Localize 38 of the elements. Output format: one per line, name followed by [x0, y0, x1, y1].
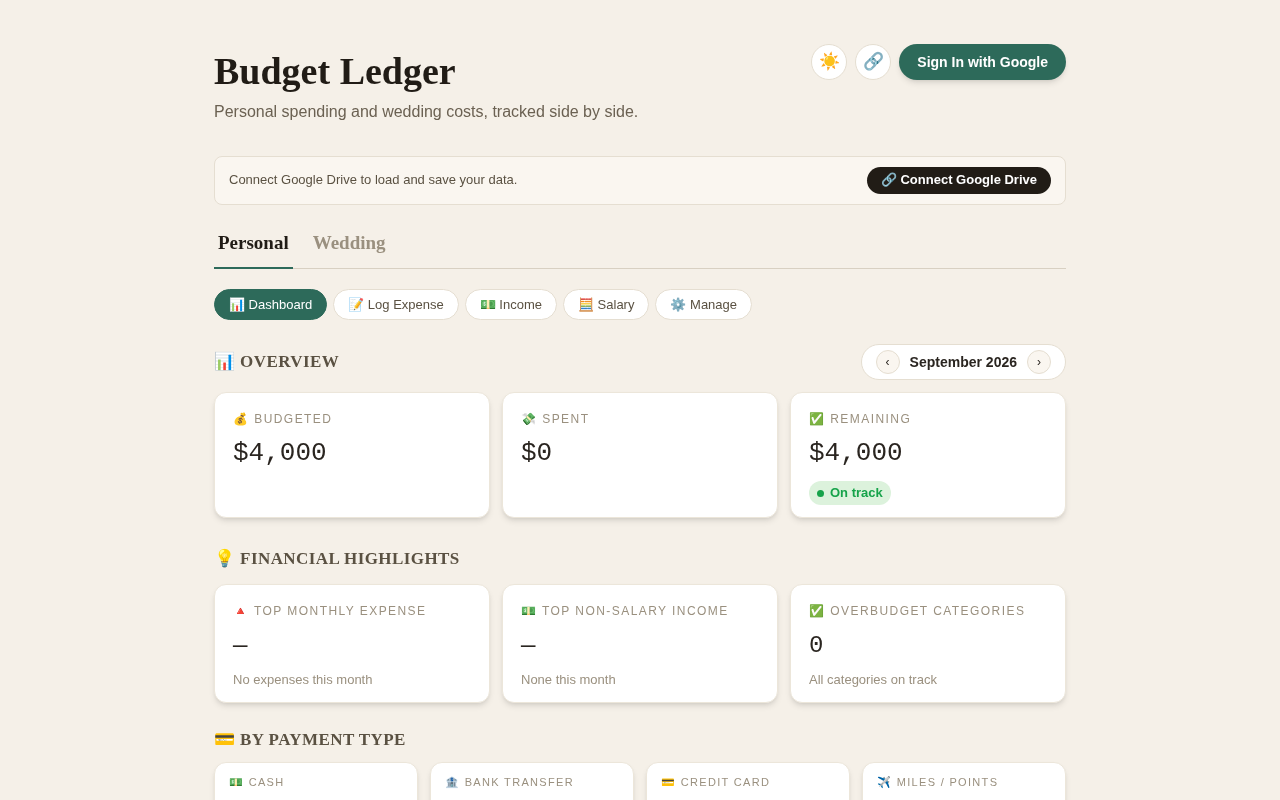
- subtab[interactable]: ⚙ Manage: [655, 289, 753, 320]
- card-label: 💸 SPENT: [521, 411, 591, 428]
- status-text: On track: [830, 484, 883, 503]
- subtab[interactable]: 💵 Income: [464, 289, 557, 320]
- card-value: $4,000: [809, 437, 904, 470]
- next-month-button[interactable]: ›: [1027, 350, 1051, 374]
- card-value: —: [233, 630, 249, 661]
- app-title: Budget Ledger: [214, 49, 457, 94]
- subtab[interactable]: 🧮 Salary: [563, 289, 650, 320]
- section-title: 💳 BY PAYMENT TYPE: [214, 728, 407, 751]
- banner-message: Connect Google Drive to load and save your data.: [229, 171, 518, 190]
- app-subtitle: Personal spending and wedding costs, tracked side by side.: [214, 101, 639, 122]
- card-note: All categories on track: [809, 670, 938, 689]
- card-label: ✅ REMAINING: [809, 411, 913, 428]
- card-value: $4,000: [233, 437, 328, 470]
- card-label: 🏦 BANK TRANSFER: [445, 775, 575, 790]
- card-note: No expenses this month: [233, 670, 374, 689]
- card-value: 0: [809, 630, 825, 661]
- tab[interactable]: Personal: [214, 228, 293, 269]
- subtab[interactable]: 📝 Log Expense: [333, 289, 459, 320]
- card-value: —: [521, 630, 537, 661]
- card-label: 💰 BUDGETED: [233, 411, 334, 428]
- card-label: ✅ OVERBUDGET CATEGORIES: [809, 602, 1027, 620]
- connect-drive-button[interactable]: 🔗 Connect Google Drive: [866, 166, 1051, 194]
- month-label: September 2026: [909, 352, 1017, 372]
- previous-month-button[interactable]: ‹: [875, 350, 900, 374]
- card-note: None this month: [521, 670, 617, 689]
- card-value: $0: [521, 437, 554, 470]
- card-label: ✈ MILES / POINTS: [877, 775, 1000, 790]
- subtab[interactable]: 📊 Dashboard: [214, 289, 328, 320]
- card-label: 🔺 TOP MONTHLY EXPENSE: [233, 602, 428, 620]
- link-button[interactable]: 🔗: [855, 44, 892, 80]
- card-label: 💵 CASH: [229, 775, 286, 790]
- section-title: 💡 FINANCIAL HIGHLIGHTS: [214, 548, 461, 570]
- section-title: 📊 OVERVIEW: [214, 351, 340, 374]
- card-label: 💵 TOP NON-SALARY INCOME: [521, 602, 730, 620]
- sign-in-button[interactable]: Sign In with Google: [899, 44, 1066, 80]
- card-label: 💳 CREDIT CARD: [661, 775, 772, 790]
